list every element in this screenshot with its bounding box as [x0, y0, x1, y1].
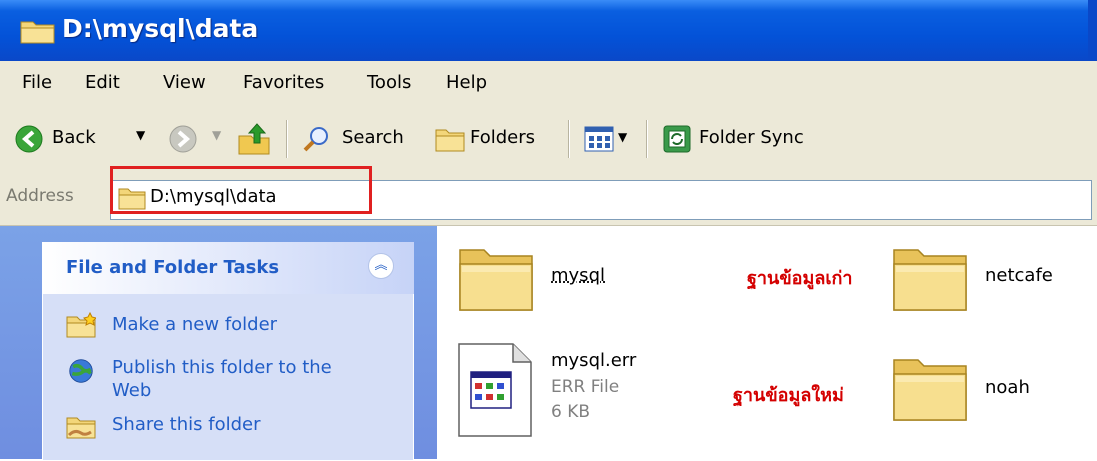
folders-icon[interactable] [434, 124, 466, 154]
menu-view[interactable]: View [163, 72, 206, 93]
back-button[interactable]: Back [52, 127, 96, 148]
file-list-area [437, 226, 1097, 459]
address-label: Address [6, 186, 74, 206]
folder-sync-button[interactable]: Folder Sync [699, 127, 804, 148]
menu-favorites[interactable]: Favorites [243, 72, 324, 93]
task-publish-folder-web[interactable]: Web [112, 380, 151, 401]
file-size: 6 KB [551, 402, 590, 422]
forward-dropdown-icon[interactable]: ▼ [212, 128, 221, 142]
window-title: D:\mysql\data [62, 14, 258, 43]
forward-arrow-icon[interactable] [168, 124, 198, 154]
new-folder-icon [66, 312, 96, 338]
folder-sync-icon[interactable] [662, 124, 692, 154]
file-name-netcafe[interactable]: netcafe [985, 265, 1053, 286]
annotation-old-database: ฐานข้อมูลเก่า [747, 263, 853, 292]
file-type: ERR File [551, 377, 619, 397]
up-folder-icon[interactable] [237, 122, 271, 156]
task-box-title[interactable]: File and Folder Tasks [66, 257, 279, 278]
file-name-noah[interactable]: noah [985, 377, 1030, 398]
menu-file[interactable]: File [22, 72, 52, 93]
folder-icon [20, 18, 56, 44]
views-dropdown-icon[interactable]: ▼ [618, 130, 627, 144]
back-arrow-icon[interactable] [14, 124, 44, 154]
folders-button[interactable]: Folders [470, 127, 535, 148]
folder-icon[interactable] [456, 240, 536, 314]
menu-tools[interactable]: Tools [367, 72, 411, 93]
file-name-mysql[interactable]: mysql [551, 265, 605, 286]
menu-edit[interactable]: Edit [85, 72, 120, 93]
task-share-folder[interactable]: Share this folder [112, 414, 260, 435]
back-dropdown-icon[interactable]: ▼ [136, 128, 145, 142]
task-make-new-folder[interactable]: Make a new folder [112, 314, 277, 335]
toolbar-separator [646, 120, 648, 158]
toolbar-separator [568, 120, 570, 158]
task-publish-folder[interactable]: Publish this folder to the [112, 357, 332, 378]
search-icon[interactable] [302, 124, 332, 154]
folder-icon[interactable] [890, 240, 970, 314]
collapse-chevron-icon[interactable]: ︽ [368, 253, 394, 279]
address-highlight-box [110, 166, 372, 214]
file-name-mysql-err[interactable]: mysql.err [551, 350, 636, 371]
folder-icon[interactable] [890, 350, 970, 424]
views-icon[interactable] [584, 126, 614, 152]
annotation-new-database: ฐานข้อมูลใหม่ [733, 380, 844, 409]
toolbar-separator [286, 120, 288, 158]
search-button[interactable]: Search [342, 127, 404, 148]
err-file-icon[interactable] [457, 342, 533, 438]
publish-web-icon [66, 358, 96, 384]
toolbar [0, 106, 1097, 173]
share-folder-icon [66, 413, 96, 439]
menu-help[interactable]: Help [446, 72, 487, 93]
